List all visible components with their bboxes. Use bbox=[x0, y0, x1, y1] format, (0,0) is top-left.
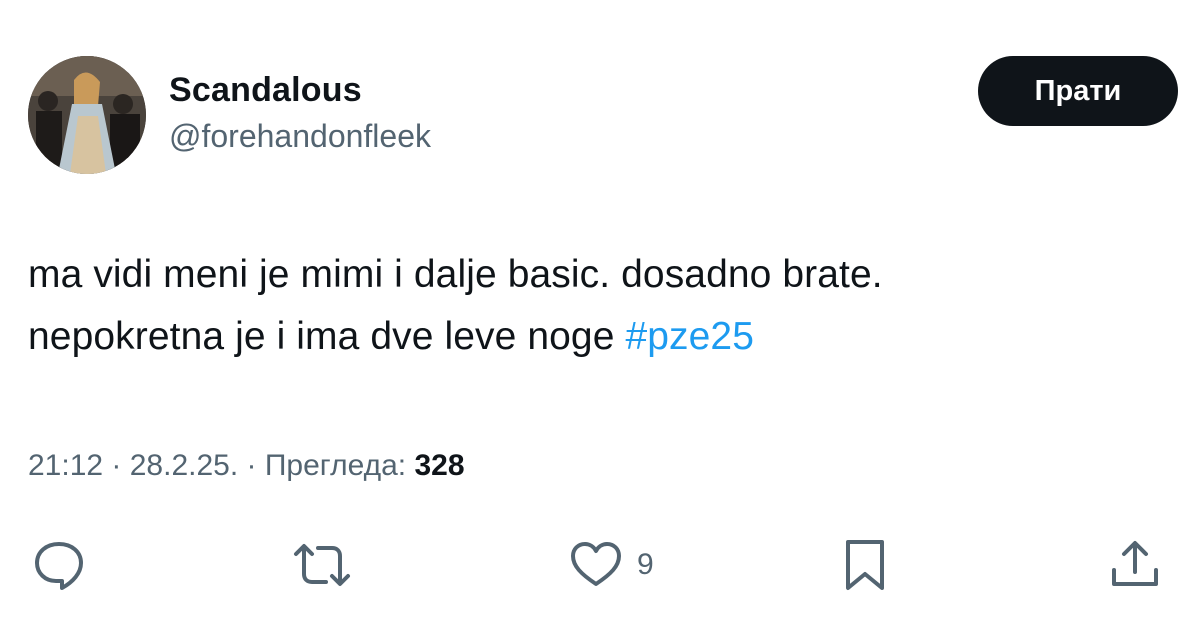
share-icon bbox=[1112, 541, 1158, 586]
tweet-text-line-2: nepokretna je i ima dve leve noge #pze25 bbox=[28, 306, 1168, 368]
views-label: Прегледа: bbox=[264, 449, 407, 482]
tweet-actions: 9 bbox=[0, 530, 1200, 600]
retweet-icon bbox=[294, 544, 350, 586]
author-handle[interactable]: @forehandonfleek bbox=[169, 116, 431, 156]
avatar-image bbox=[28, 56, 146, 174]
avatar[interactable] bbox=[28, 56, 146, 174]
bookmark-icon bbox=[846, 540, 884, 590]
follow-button[interactable]: Прати bbox=[978, 56, 1178, 126]
tweet-header: Scandalous @forehandonfleek Прати bbox=[28, 56, 1178, 176]
tweet-text-body: nepokretna je i ima dve leve noge bbox=[28, 315, 615, 358]
like-count: 9 bbox=[637, 548, 654, 581]
tweet-date[interactable]: 28.2.25. bbox=[130, 449, 238, 482]
meta-separator: · bbox=[246, 449, 265, 482]
views-count: 328 bbox=[414, 449, 465, 482]
author-display-name[interactable]: Scandalous bbox=[169, 70, 431, 110]
reply-icon bbox=[35, 542, 83, 590]
tweet-meta: 21:12 · 28.2.25. · Прегледа: 328 bbox=[28, 446, 465, 486]
like-button[interactable]: 9 bbox=[569, 538, 654, 592]
retweet-button[interactable] bbox=[290, 538, 354, 592]
heart-icon bbox=[571, 542, 621, 586]
hashtag-link[interactable]: #pze25 bbox=[625, 315, 754, 358]
meta-separator: · bbox=[111, 449, 130, 482]
reply-button[interactable] bbox=[32, 538, 86, 592]
share-button[interactable] bbox=[1108, 538, 1162, 592]
tweet-time[interactable]: 21:12 bbox=[28, 449, 103, 482]
tweet-text: ma vidi meni je mimi i dalje basic. dosa… bbox=[28, 244, 1168, 368]
tweet-text-line-1: ma vidi meni je mimi i dalje basic. dosa… bbox=[28, 253, 883, 296]
bookmark-button[interactable] bbox=[838, 538, 892, 592]
